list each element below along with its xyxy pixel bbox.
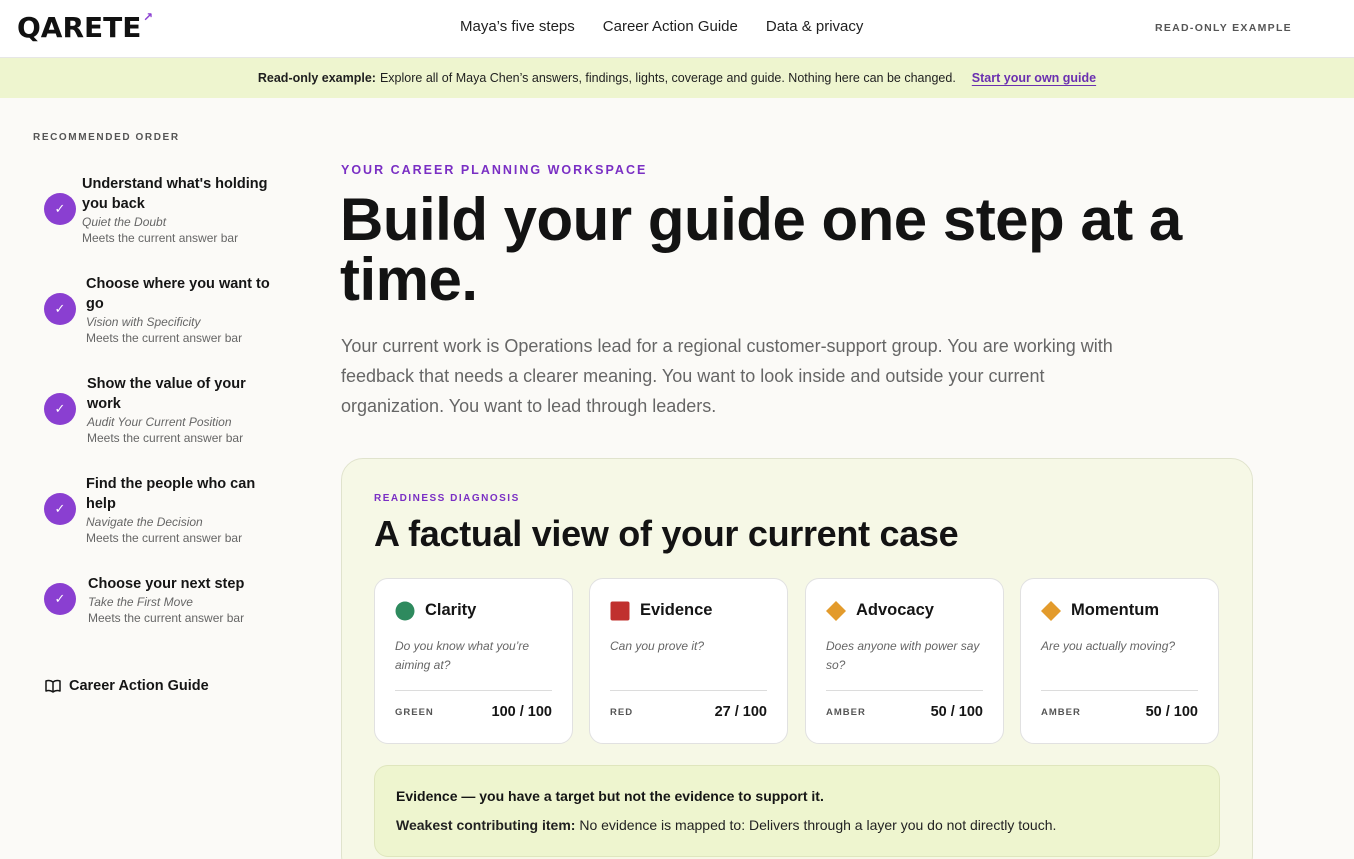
check-icon: ✓ <box>44 293 76 325</box>
card-name: Evidence <box>640 601 713 619</box>
step-title: Find the people who can help <box>86 476 256 512</box>
step-subtitle: Quiet the Doubt <box>82 215 167 229</box>
weakest-label: Weakest contributing item: <box>396 817 576 833</box>
card-question: Do you know what you’re aiming at? <box>395 639 530 672</box>
card-name: Advocacy <box>856 601 934 619</box>
banner-text: Explore all of Maya Chen’s answers, find… <box>379 71 956 85</box>
card-divider <box>395 690 552 691</box>
card-question: Does anyone with power say so? <box>826 639 980 672</box>
card-question: Are you actually moving? <box>1041 639 1176 653</box>
step-subtitle: Navigate the Decision <box>86 515 203 529</box>
green-circle-icon <box>395 601 415 621</box>
check-icon: ✓ <box>44 493 76 525</box>
card-question: Can you prove it? <box>610 639 705 653</box>
step-status: Meets the current answer bar <box>86 331 243 345</box>
check-icon: ✓ <box>44 193 76 225</box>
card-level: RED <box>610 707 634 718</box>
weakest-item: Weakest contributing item: No evidence i… <box>396 817 1056 833</box>
logo-text: QARETE <box>17 10 142 44</box>
card-name: Momentum <box>1071 601 1159 619</box>
red-square-icon <box>610 601 630 621</box>
nav-career-action-guide[interactable]: Career Action Guide <box>603 18 738 35</box>
step-title: Choose your next step <box>88 576 245 592</box>
page-title: Build your guide one step at a time. <box>340 186 1182 313</box>
card-clarity: Clarity Do you know what you’re aiming a… <box>374 578 573 744</box>
step-status: Meets the current answer bar <box>88 611 245 625</box>
top-bar: QARETE ↗ Maya’s five steps Career Action… <box>0 0 1354 58</box>
step-title: Understand what's holding you back <box>82 176 268 212</box>
card-evidence: Evidence Can you prove it? RED 27 / 100 <box>589 578 788 744</box>
amber-diamond-icon <box>1041 601 1061 621</box>
card-advocacy: Advocacy Does anyone with power say so? … <box>805 578 1004 744</box>
nav-data-privacy[interactable]: Data & privacy <box>766 18 864 35</box>
step-status: Meets the current answer bar <box>82 231 239 245</box>
logo[interactable]: QARETE ↗ <box>17 10 153 44</box>
card-divider <box>826 690 983 691</box>
readonly-tag: READ-ONLY EXAMPLE <box>1154 22 1292 34</box>
readiness-panel: READINESS DIAGNOSIS A factual view of yo… <box>341 458 1253 859</box>
check-icon: ✓ <box>44 583 76 615</box>
step-status: Meets the current answer bar <box>86 531 243 545</box>
step-title: Choose where you want to go <box>86 276 270 312</box>
book-icon <box>45 679 61 693</box>
main-nav: Maya’s five steps Career Action Guide Da… <box>460 18 891 35</box>
amber-diamond-icon <box>826 601 846 621</box>
banner-lead: Read-only example: <box>257 71 376 85</box>
workspace-eyebrow: YOUR CAREER PLANNING WORKSPACE <box>341 163 648 177</box>
readonly-banner: Read-only example: Explore all of Maya C… <box>0 58 1354 98</box>
card-divider <box>1041 690 1198 691</box>
card-level: AMBER <box>1041 707 1081 718</box>
card-score: 50 / 100 <box>1145 704 1198 720</box>
card-score: 50 / 100 <box>930 704 983 720</box>
intro-text: Your current work is Operations lead for… <box>341 336 1113 416</box>
step-title: Show the value of your work <box>87 376 246 412</box>
card-momentum: Momentum Are you actually moving? AMBER … <box>1020 578 1219 744</box>
check-icon: ✓ <box>44 393 76 425</box>
weakest-text: No evidence is mapped to: Delivers throu… <box>579 817 1057 833</box>
logo-arrow-icon: ↗ <box>143 10 154 24</box>
readiness-eyebrow: READINESS DIAGNOSIS <box>374 493 520 504</box>
start-own-guide-link[interactable]: Start your own guide <box>972 71 1096 85</box>
card-divider <box>610 690 767 691</box>
readiness-title: A factual view of your current case <box>374 513 959 554</box>
card-level: AMBER <box>826 707 866 718</box>
diagnosis-summary: Evidence — you have a target but not the… <box>374 765 1220 857</box>
step-status: Meets the current answer bar <box>87 431 244 445</box>
step-subtitle: Take the First Move <box>88 595 193 609</box>
nav-five-steps[interactable]: Maya’s five steps <box>460 18 575 35</box>
sidebar-career-action-guide[interactable]: Career Action Guide <box>45 678 209 694</box>
sidebar-heading: RECOMMENDED ORDER <box>33 132 180 143</box>
card-level: GREEN <box>395 707 434 718</box>
guide-link-label: Career Action Guide <box>69 678 209 694</box>
card-score: 27 / 100 <box>714 704 767 720</box>
step-subtitle: Vision with Specificity <box>86 315 201 329</box>
summary-headline: Evidence — you have a target but not the… <box>396 788 824 804</box>
card-name: Clarity <box>425 601 477 619</box>
step-subtitle: Audit Your Current Position <box>87 415 232 429</box>
card-score: 100 / 100 <box>491 704 552 720</box>
